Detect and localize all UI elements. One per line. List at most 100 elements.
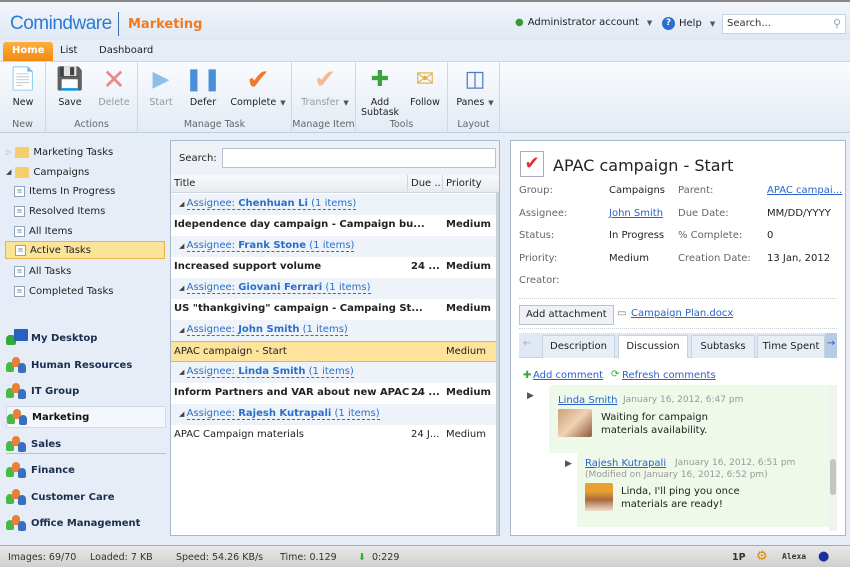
tree-item-marketing-tasks[interactable]: ▷ Marketing Tasks bbox=[6, 143, 113, 161]
save-button[interactable]: 💾 Save bbox=[52, 66, 88, 108]
account-menu[interactable]: ● Administrator account ▼ bbox=[515, 17, 652, 28]
assignee-group-row[interactable]: ◢ Assignee: Chenhuan Li (1 items) bbox=[171, 194, 496, 215]
group-label[interactable]: Assignee: Chenhuan Li (1 items) bbox=[186, 198, 357, 210]
nav-it-group[interactable]: IT Group bbox=[6, 380, 166, 402]
comments-scrollbar[interactable] bbox=[829, 385, 837, 531]
arrow-left-icon[interactable]: ← bbox=[523, 338, 531, 349]
complete-button[interactable]: ✔ Complete ▼ bbox=[228, 66, 288, 108]
add-attachment-button[interactable]: Add attachment bbox=[519, 305, 614, 325]
expand-arrow-icon[interactable]: ▶ bbox=[565, 459, 572, 469]
delete-button[interactable]: ✕ Delete bbox=[94, 66, 134, 108]
tab-description[interactable]: Description bbox=[542, 335, 615, 358]
tree-item-campaigns[interactable]: ◢ Campaigns bbox=[6, 163, 89, 181]
column-due[interactable]: Due ... bbox=[407, 175, 444, 191]
collapse-arrow-icon[interactable]: ◢ bbox=[179, 410, 187, 418]
collapse-arrow-icon[interactable]: ◢ bbox=[179, 284, 187, 292]
column-priority[interactable]: Priority bbox=[442, 175, 482, 191]
global-search-input[interactable]: Search... ⚲ bbox=[722, 14, 846, 34]
task-detail-panel: ✔ APAC campaign - Start Group: Campaigns… bbox=[510, 140, 846, 536]
group-label[interactable]: Assignee: Linda Smith (1 items) bbox=[186, 366, 354, 378]
attachment-link[interactable]: Campaign Plan.docx bbox=[631, 308, 733, 319]
addon-icon[interactable]: ● bbox=[818, 549, 829, 564]
parent-link[interactable]: APAC campai... bbox=[767, 185, 842, 196]
refresh-comments-link[interactable]: Refresh comments bbox=[622, 370, 716, 381]
alexa-addon[interactable]: Alexa bbox=[782, 552, 806, 561]
expand-arrow-icon[interactable]: ▷ bbox=[6, 148, 11, 156]
tree-item-completed-tasks[interactable]: ≡ Completed Tasks bbox=[14, 282, 114, 300]
divider bbox=[519, 328, 837, 329]
list-icon: ≡ bbox=[14, 225, 25, 237]
help-menu[interactable]: ? Help ▼ bbox=[662, 17, 715, 30]
nav-my-desktop[interactable]: My Desktop bbox=[6, 327, 166, 349]
assignee-group-row[interactable]: ◢ Assignee: Rajesh Kutrapali (1 items) bbox=[171, 404, 496, 425]
collapse-arrow-icon[interactable]: ◢ bbox=[179, 326, 187, 334]
tree-item-all-tasks[interactable]: ≡ All Tasks bbox=[14, 262, 71, 280]
assignee-group-row[interactable]: ◢ Assignee: Giovani Ferrari (1 items) bbox=[171, 278, 496, 299]
comment-author-link[interactable]: Linda Smith bbox=[558, 395, 617, 406]
search-placeholder: Search... bbox=[727, 18, 771, 29]
detail-tabs: ← Description Discussion Subtasks Time S… bbox=[519, 333, 837, 358]
task-row[interactable]: US "thankgiving" campaign - Campaing St.… bbox=[171, 299, 496, 320]
list-icon: ≡ bbox=[14, 285, 25, 297]
column-title[interactable]: Title bbox=[174, 178, 195, 189]
status-time: Time: 0.129 bbox=[280, 552, 337, 563]
start-button[interactable]: ▶ Start bbox=[144, 66, 178, 108]
collapse-arrow-icon[interactable]: ◢ bbox=[179, 200, 187, 208]
tab-list[interactable]: List bbox=[51, 42, 86, 61]
group-label[interactable]: Assignee: John Smith (1 items) bbox=[186, 324, 348, 336]
add-subtask-button[interactable]: ✚ Add Subtask bbox=[360, 66, 400, 118]
task-row[interactable]: APAC campaign - Start Medium bbox=[171, 341, 496, 362]
nav-label: Human Resources bbox=[31, 359, 133, 371]
due-date-value[interactable]: MM/DD/YYYY bbox=[767, 208, 831, 219]
parent-label: Parent: bbox=[678, 185, 714, 196]
nav-marketing[interactable]: Marketing bbox=[6, 406, 166, 428]
follow-button[interactable]: ✉ Follow bbox=[406, 66, 444, 108]
task-row[interactable]: APAC Campaign materials 24 J... Medium bbox=[171, 425, 496, 446]
comment-author-link[interactable]: Rajesh Kutrapali bbox=[585, 458, 666, 469]
task-row[interactable]: Increased support volume 24 ... Medium bbox=[171, 257, 496, 278]
task-row[interactable]: Idependence day campaign - Campaign bu..… bbox=[171, 215, 496, 236]
nav-sales[interactable]: Sales bbox=[6, 433, 166, 455]
tree-item-items-in-progress[interactable]: ≡ Items In Progress bbox=[14, 182, 115, 200]
nav-human-resources[interactable]: Human Resources bbox=[6, 354, 166, 376]
add-comment-link[interactable]: Add comment bbox=[533, 370, 603, 381]
tree-item-resolved-items[interactable]: ≡ Resolved Items bbox=[14, 202, 105, 220]
arrow-right-icon[interactable]: → bbox=[825, 333, 837, 358]
group-label[interactable]: Assignee: Frank Stone (1 items) bbox=[186, 240, 355, 252]
tab-time-spent[interactable]: Time Spent bbox=[757, 335, 825, 358]
tab-home[interactable]: Home bbox=[3, 42, 54, 61]
search-icon[interactable]: ⚲ bbox=[833, 17, 841, 30]
tab-dashboard[interactable]: Dashboard bbox=[90, 42, 162, 61]
assignee-link[interactable]: John Smith bbox=[609, 208, 663, 219]
group-label: Tools bbox=[389, 119, 414, 130]
defer-button[interactable]: ❚❚ Defer bbox=[185, 66, 222, 108]
transfer-button[interactable]: ✔ Transfer ▼ bbox=[296, 66, 354, 108]
gear-addon-icon[interactable]: ⚙ bbox=[756, 549, 768, 564]
list-scrollbar[interactable] bbox=[496, 193, 499, 535]
group-manage-task: ▶ Start ❚❚ Defer ✔ Complete ▼ Manage Task bbox=[138, 62, 292, 133]
tab-discussion[interactable]: Discussion bbox=[618, 335, 688, 358]
new-button[interactable]: 📄 New bbox=[4, 66, 42, 108]
collapse-arrow-icon[interactable]: ◢ bbox=[179, 368, 187, 376]
nav-finance[interactable]: Finance bbox=[6, 459, 166, 481]
group-label[interactable]: Assignee: Giovani Ferrari (1 items) bbox=[186, 282, 371, 294]
panes-button[interactable]: ◫ Panes ▼ bbox=[452, 66, 498, 108]
expand-arrow-icon[interactable]: ▶ bbox=[527, 391, 534, 401]
collapse-arrow-icon[interactable]: ◢ bbox=[6, 168, 11, 176]
assignee-group-row[interactable]: ◢ Assignee: Frank Stone (1 items) bbox=[171, 236, 496, 257]
task-row[interactable]: Inform Partners and VAR about new APAC .… bbox=[171, 383, 496, 404]
assignee-group-row[interactable]: ◢ Assignee: John Smith (1 items) bbox=[171, 320, 496, 341]
list-search-input[interactable] bbox=[222, 148, 496, 168]
group-label[interactable]: Assignee: Rajesh Kutrapali (1 items) bbox=[186, 408, 380, 420]
nav-office-management[interactable]: Office Management bbox=[6, 512, 166, 534]
tree-item-active-tasks[interactable]: ≡ Active Tasks bbox=[5, 241, 165, 259]
assignee-group-row[interactable]: ◢ Assignee: Linda Smith (1 items) bbox=[171, 362, 496, 383]
scrollbar-thumb[interactable] bbox=[830, 459, 836, 495]
collapse-arrow-icon[interactable]: ◢ bbox=[179, 242, 187, 250]
tab-subtasks[interactable]: Subtasks bbox=[691, 335, 755, 358]
status-1p[interactable]: 1P bbox=[732, 552, 746, 563]
tree-label: All Tasks bbox=[29, 265, 72, 277]
nav-customer-care[interactable]: Customer Care bbox=[6, 486, 166, 508]
tree-label: Marketing Tasks bbox=[33, 146, 114, 158]
tree-item-all-items[interactable]: ≡ All Items bbox=[14, 222, 73, 240]
